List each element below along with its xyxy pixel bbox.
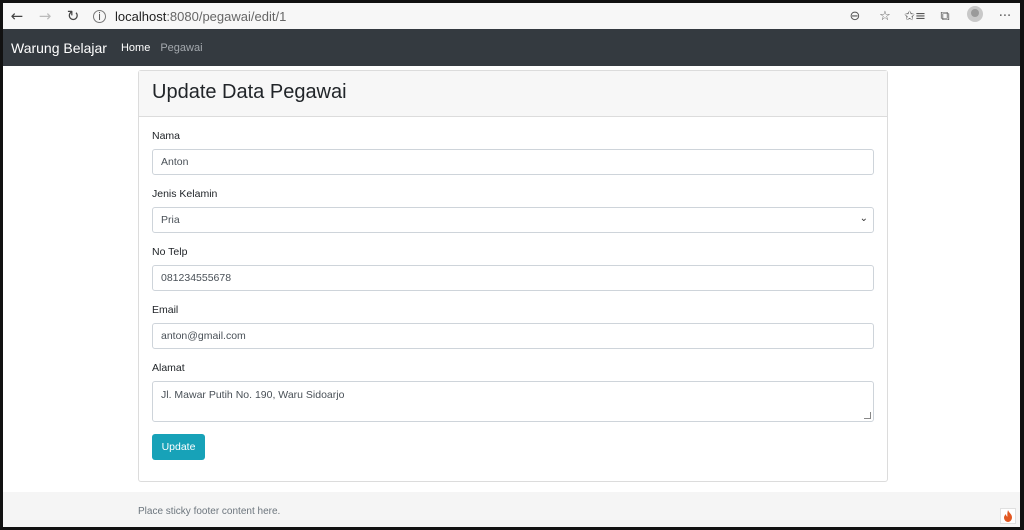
nama-value: Anton xyxy=(161,156,189,168)
field-jenis-kelamin: Jenis Kelamin Pria ⌄ xyxy=(152,187,874,233)
address-bar[interactable]: i localhost:8080/pegawai/edit/1 xyxy=(93,5,840,27)
field-no-telp: No Telp 081234555678 xyxy=(152,245,874,291)
email-input[interactable]: anton@gmail.com xyxy=(152,323,874,349)
nama-input[interactable]: Anton xyxy=(152,149,874,175)
update-button[interactable]: Update xyxy=(152,434,205,460)
toolbar-icons: ⊖ ☆ ✩≡ ⧉ ··· xyxy=(840,3,1020,29)
alamat-label: Alamat xyxy=(152,362,185,374)
browser-toolbar: ← → ↻ i localhost:8080/pegawai/edit/1 ⊖ … xyxy=(3,3,1020,29)
resize-handle-icon[interactable] xyxy=(864,412,871,419)
site-info-icon[interactable]: i xyxy=(93,9,106,23)
alamat-textarea[interactable]: Jl. Mawar Putih No. 190, Waru Sidoarjo xyxy=(152,381,874,422)
favorites-list-icon[interactable]: ✩≡ xyxy=(900,9,930,24)
url-host: localhost xyxy=(115,8,167,24)
jenis-kelamin-select[interactable]: Pria xyxy=(152,207,874,233)
nav-link-home[interactable]: Home xyxy=(121,42,150,54)
chevron-down-icon: ⌄ xyxy=(859,213,868,224)
jenis-kelamin-value: Pria xyxy=(161,214,180,226)
field-nama: Nama Anton xyxy=(152,129,874,175)
footer-text: Place sticky footer content here. xyxy=(138,506,281,517)
email-value: anton@gmail.com xyxy=(161,330,246,342)
card-header: Update Data Pegawai xyxy=(139,71,887,117)
refresh-icon[interactable]: ↻ xyxy=(59,3,87,29)
form-card: Update Data Pegawai Nama Anton Jenis Kel… xyxy=(138,70,888,482)
field-alamat: Alamat Jl. Mawar Putih No. 190, Waru Sid… xyxy=(152,361,874,422)
back-icon[interactable]: ← xyxy=(3,3,31,29)
no-telp-input[interactable]: 081234555678 xyxy=(152,265,874,291)
navbar: Warung Belajar Home Pegawai xyxy=(3,29,1020,66)
more-icon[interactable]: ··· xyxy=(990,9,1020,24)
favorite-icon[interactable]: ☆ xyxy=(870,9,900,24)
no-telp-value: 081234555678 xyxy=(161,272,232,284)
zoom-icon[interactable]: ⊖ xyxy=(840,9,870,24)
nav-link-pegawai[interactable]: Pegawai xyxy=(160,42,202,54)
navbar-brand[interactable]: Warung Belajar xyxy=(11,40,107,56)
nama-label: Nama xyxy=(152,130,181,142)
profile-avatar[interactable] xyxy=(960,6,990,26)
sticky-footer: Place sticky footer content here. xyxy=(3,492,1020,527)
card-body: Nama Anton Jenis Kelamin Pria ⌄ No Telp … xyxy=(139,117,887,472)
avatar-icon xyxy=(967,6,983,22)
collections-icon[interactable]: ⧉ xyxy=(930,9,960,24)
jenis-kelamin-label: Jenis Kelamin xyxy=(152,188,218,200)
email-label: Email xyxy=(152,304,179,316)
url-path: :8080/pegawai/edit/1 xyxy=(166,8,287,24)
forward-icon[interactable]: → xyxy=(31,3,59,29)
field-email: Email anton@gmail.com xyxy=(152,303,874,349)
no-telp-label: No Telp xyxy=(152,246,188,258)
flame-icon[interactable] xyxy=(1000,508,1016,524)
page-title: Update Data Pegawai xyxy=(152,81,347,103)
